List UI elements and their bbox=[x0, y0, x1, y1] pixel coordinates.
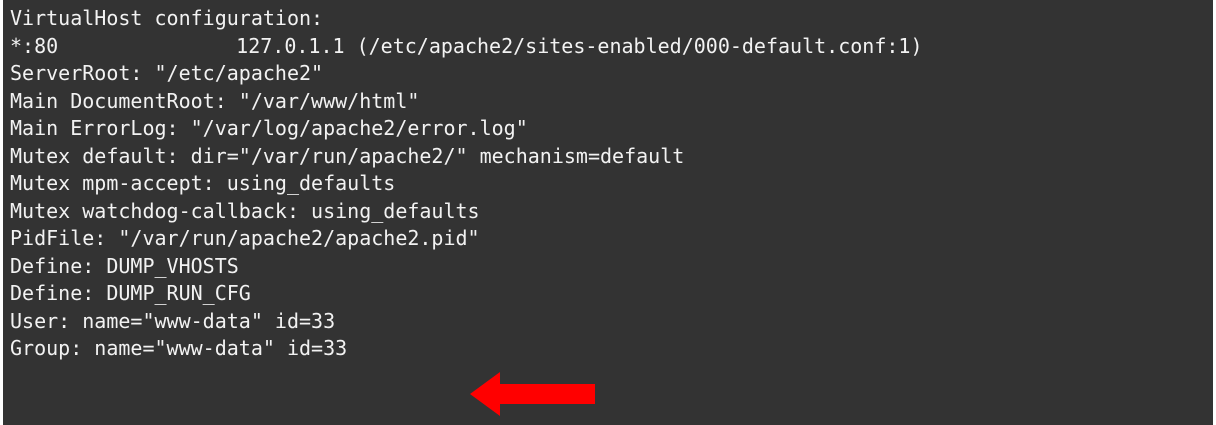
left-arrow-shape bbox=[470, 372, 595, 416]
terminal-line: Mutex mpm-accept: using_defaults bbox=[10, 171, 396, 195]
terminal-line: Main ErrorLog: "/var/log/apache2/error.l… bbox=[10, 116, 528, 140]
terminal-line: ServerRoot: "/etc/apache2" bbox=[10, 61, 324, 85]
terminal-line: Mutex default: dir="/var/run/apache2/" m… bbox=[10, 143, 685, 168]
terminal-line-group: Group: name="www-data" id=33 bbox=[10, 336, 348, 360]
terminal-line-user: User: name="www-data" id=33 bbox=[10, 308, 336, 333]
terminal-line: Define: DUMP_RUN_CFG bbox=[10, 281, 251, 305]
vhost-address: 127.0.1.1 (/etc/apache2/sites-enabled/00… bbox=[236, 33, 923, 58]
terminal-line-vhost: *:80 127.0.1.1 (/etc/apache2/sites-enable… bbox=[10, 33, 1213, 61]
terminal-line: Define: DUMP_VHOSTS bbox=[10, 253, 239, 278]
terminal-line: Main DocumentRoot: "/var/www/html" bbox=[10, 88, 420, 113]
terminal-line: PidFile: "/var/run/apache2/apache2.pid" bbox=[10, 226, 480, 250]
terminal-line: VirtualHost configuration: bbox=[10, 6, 324, 30]
vhost-port: *:80 bbox=[10, 33, 59, 58]
left-arrow-icon bbox=[470, 372, 595, 416]
terminal-window: VirtualHost configuration: *:80 127.0.1.1… bbox=[3, 0, 1213, 425]
terminal-line: Mutex watchdog-callback: using_defaults bbox=[10, 198, 480, 223]
